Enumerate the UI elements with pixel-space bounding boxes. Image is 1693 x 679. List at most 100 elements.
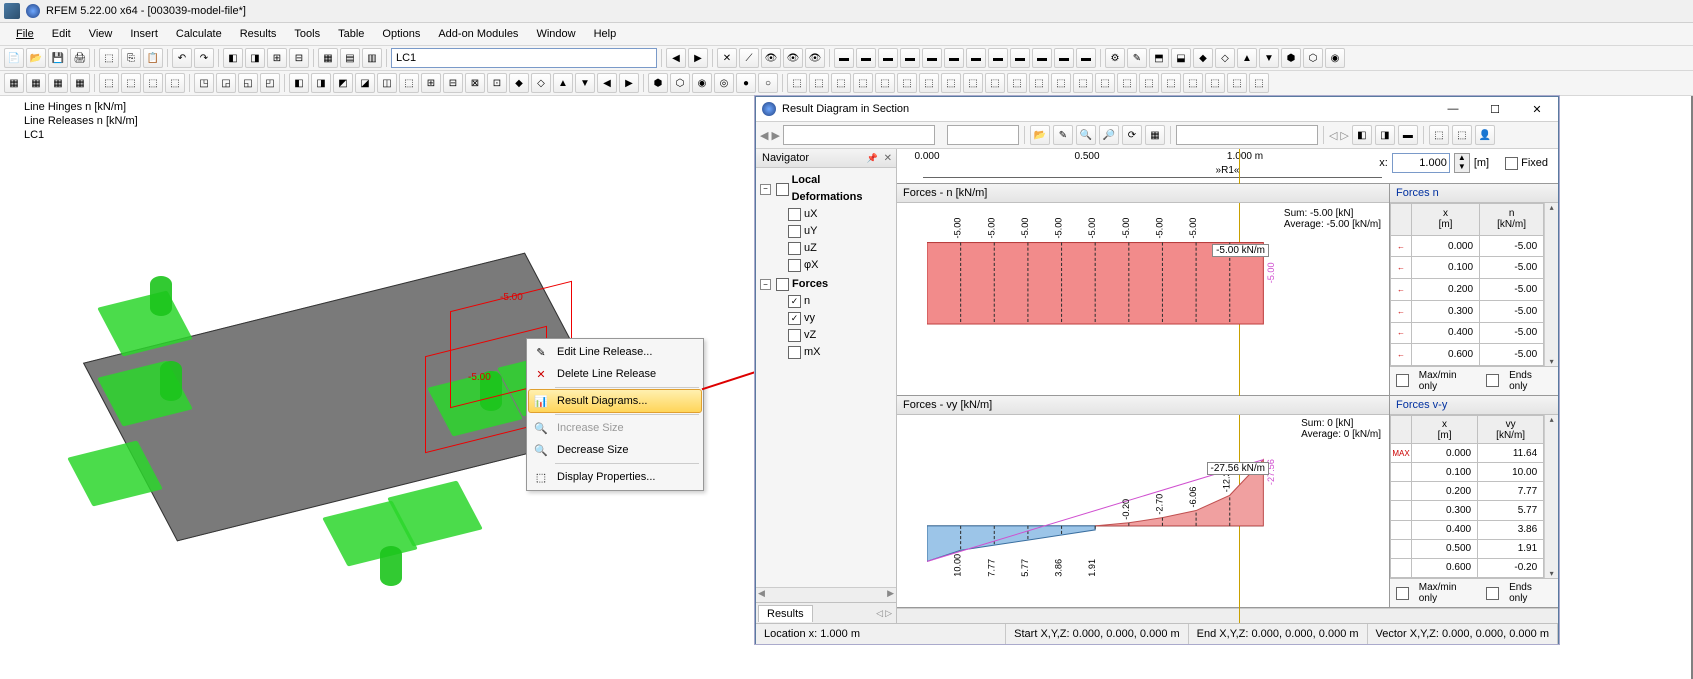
chk-maxmin-vy[interactable]	[1396, 587, 1409, 600]
tree-uz[interactable]: uZ	[804, 240, 817, 257]
misc8-icon[interactable]: ▼	[1259, 48, 1279, 68]
tree-forces[interactable]: Forces	[792, 276, 828, 293]
x-stepper[interactable]: ▲▼	[1454, 153, 1470, 173]
chk-maxmin-n[interactable]	[1396, 374, 1409, 387]
scroll-right-icon[interactable]: ▶	[887, 588, 894, 599]
dlg-tool-3-icon[interactable]: 🔍	[1076, 125, 1096, 145]
misc7-icon[interactable]: ▲	[1237, 48, 1257, 68]
copy-icon[interactable]: ⎘	[121, 48, 141, 68]
chk-uy[interactable]	[788, 225, 801, 238]
dlg-tool-12-icon[interactable]: 👤	[1475, 125, 1495, 145]
nav-prev-icon[interactable]: ◀	[666, 48, 686, 68]
t2-31-icon[interactable]: ◉	[692, 73, 712, 93]
mode1-icon[interactable]: ✕	[717, 48, 737, 68]
chk-vz[interactable]	[788, 329, 801, 342]
t2-32-icon[interactable]: ◎	[714, 73, 734, 93]
t2-55-icon[interactable]: ⬚	[1227, 73, 1247, 93]
tree-uy[interactable]: uY	[804, 223, 817, 240]
t2-46-icon[interactable]: ⬚	[1029, 73, 1049, 93]
chk-mx[interactable]	[788, 346, 801, 359]
dlg-tool-2-icon[interactable]: ✎	[1053, 125, 1073, 145]
res5-icon[interactable]: ▬	[922, 48, 942, 68]
t2-56-icon[interactable]: ⬚	[1249, 73, 1269, 93]
nav-close-icon[interactable]: ✕	[884, 153, 892, 164]
t2-5-icon[interactable]: ⬚	[99, 73, 119, 93]
expand-localdef-icon[interactable]: −	[760, 184, 771, 195]
t2-15-icon[interactable]: ◩	[333, 73, 353, 93]
chk-vy[interactable]: ✓	[788, 312, 801, 325]
t2-34-icon[interactable]: ○	[758, 73, 778, 93]
misc1-icon[interactable]: ⚙	[1105, 48, 1125, 68]
res9-icon[interactable]: ▬	[1010, 48, 1030, 68]
dlg-tool-8-icon[interactable]: ◨	[1375, 125, 1395, 145]
t2-11-icon[interactable]: ◱	[238, 73, 258, 93]
tab-left-icon[interactable]: ◁	[876, 608, 883, 619]
t2-36-icon[interactable]: ⬚	[809, 73, 829, 93]
misc9-icon[interactable]: ⬢	[1281, 48, 1301, 68]
res1-icon[interactable]: ▬	[834, 48, 854, 68]
res4-icon[interactable]: ▬	[900, 48, 920, 68]
res12-icon[interactable]: ▬	[1076, 48, 1096, 68]
t2-45-icon[interactable]: ⬚	[1007, 73, 1027, 93]
maximize-button[interactable]: ☐	[1474, 98, 1516, 120]
chk-uz[interactable]	[788, 242, 801, 255]
res3-icon[interactable]: ▬	[878, 48, 898, 68]
t2-50-icon[interactable]: ⬚	[1117, 73, 1137, 93]
ctx-edit-line-release[interactable]: ✎Edit Line Release...	[529, 341, 701, 363]
t2-17-icon[interactable]: ◫	[377, 73, 397, 93]
dlg-tool-7-icon[interactable]: ◧	[1352, 125, 1372, 145]
tree-vy[interactable]: vy	[804, 310, 815, 327]
close-button[interactable]: ✕	[1516, 98, 1558, 120]
t2-39-icon[interactable]: ⬚	[875, 73, 895, 93]
res10-icon[interactable]: ▬	[1032, 48, 1052, 68]
dlg-tool-9-icon[interactable]: ▬	[1398, 125, 1418, 145]
t2-52-icon[interactable]: ⬚	[1161, 73, 1181, 93]
t2-23-icon[interactable]: ◆	[509, 73, 529, 93]
ctx-result-diagrams[interactable]: 📊Result Diagrams...	[528, 389, 702, 413]
chk-forces[interactable]	[776, 278, 789, 291]
t2-49-icon[interactable]: ⬚	[1095, 73, 1115, 93]
res8-icon[interactable]: ▬	[988, 48, 1008, 68]
chk-phix[interactable]	[788, 259, 801, 272]
misc4-icon[interactable]: ⬓	[1171, 48, 1191, 68]
view3-icon[interactable]: 👁	[805, 48, 825, 68]
t2-12-icon[interactable]: ◰	[260, 73, 280, 93]
t2-43-icon[interactable]: ⬚	[963, 73, 983, 93]
table-n-scrollbar[interactable]: ▴▾	[1544, 203, 1558, 366]
t2-30-icon[interactable]: ⬡	[670, 73, 690, 93]
t2-9-icon[interactable]: ◳	[194, 73, 214, 93]
t2-33-icon[interactable]: ●	[736, 73, 756, 93]
t2-29-icon[interactable]: ⬢	[648, 73, 668, 93]
x-input[interactable]	[1392, 153, 1450, 173]
expand-forces-icon[interactable]: −	[760, 279, 771, 290]
t2-21-icon[interactable]: ⊠	[465, 73, 485, 93]
grid-icon[interactable]: ▦	[318, 48, 338, 68]
misc10-icon[interactable]: ⬡	[1303, 48, 1323, 68]
print-icon[interactable]: 🖨	[70, 48, 90, 68]
t2-22-icon[interactable]: ⊡	[487, 73, 507, 93]
tab-results[interactable]: Results	[758, 605, 813, 622]
panel-icon[interactable]: ▥	[362, 48, 382, 68]
t2-7-icon[interactable]: ⬚	[143, 73, 163, 93]
dlg-tool-10-icon[interactable]: ⬚	[1429, 125, 1449, 145]
chk-ends-n[interactable]	[1486, 374, 1499, 387]
t2-38-icon[interactable]: ⬚	[853, 73, 873, 93]
t2-26-icon[interactable]: ▼	[575, 73, 595, 93]
menu-tools[interactable]: Tools	[286, 26, 328, 42]
misc2-icon[interactable]: ✎	[1127, 48, 1147, 68]
t2-2-icon[interactable]: ▦	[26, 73, 46, 93]
t2-37-icon[interactable]: ⬚	[831, 73, 851, 93]
t2-40-icon[interactable]: ⬚	[897, 73, 917, 93]
fixed-checkbox[interactable]	[1505, 157, 1518, 170]
tool-d-icon[interactable]: ⊟	[289, 48, 309, 68]
table-vy-scrollbar[interactable]: ▴▾	[1544, 415, 1558, 578]
menu-help[interactable]: Help	[586, 26, 625, 42]
t2-3-icon[interactable]: ▦	[48, 73, 68, 93]
t2-8-icon[interactable]: ⬚	[165, 73, 185, 93]
misc11-icon[interactable]: ◉	[1325, 48, 1345, 68]
res6-icon[interactable]: ▬	[944, 48, 964, 68]
menu-calculate[interactable]: Calculate	[168, 26, 230, 42]
t2-35-icon[interactable]: ⬚	[787, 73, 807, 93]
t2-48-icon[interactable]: ⬚	[1073, 73, 1093, 93]
t2-25-icon[interactable]: ▲	[553, 73, 573, 93]
